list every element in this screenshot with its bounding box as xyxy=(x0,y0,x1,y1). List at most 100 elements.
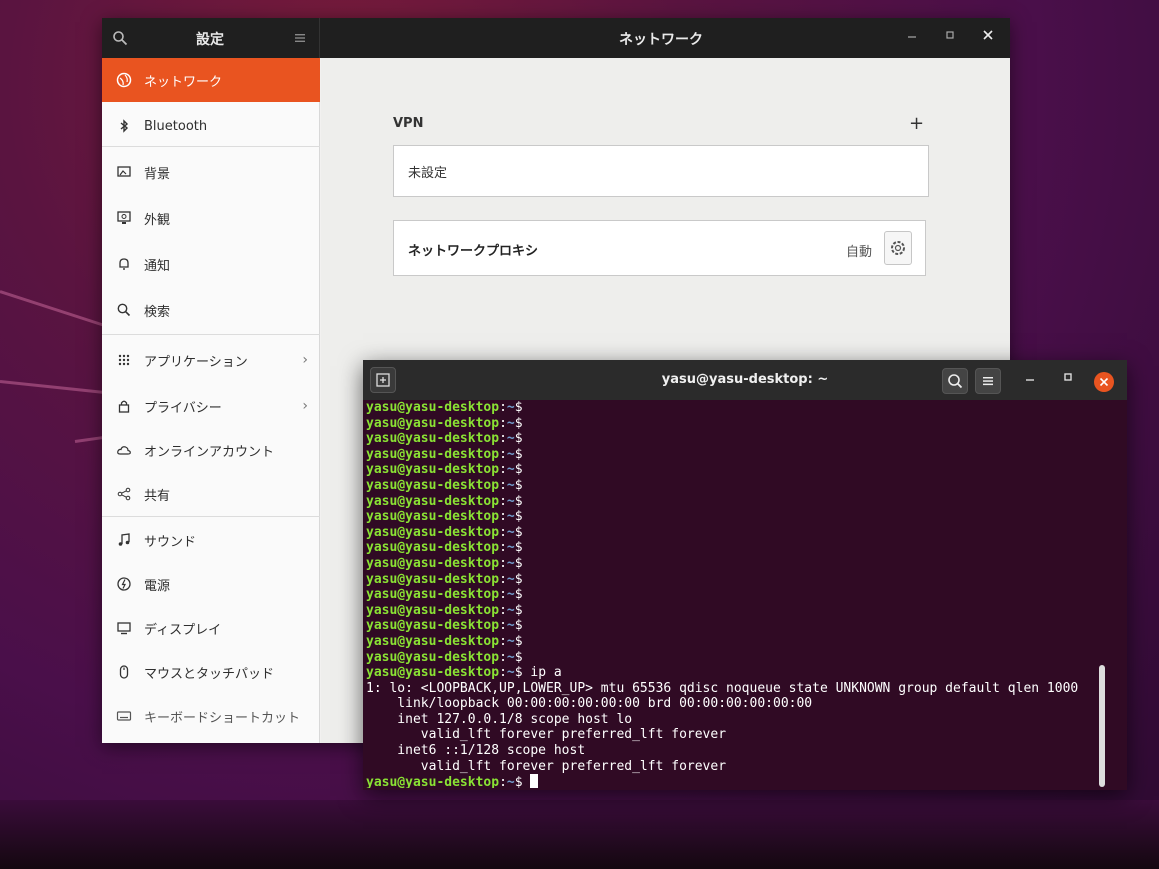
terminal-maximize-button[interactable] xyxy=(1058,370,1078,390)
sidebar-item-label: 外観 xyxy=(144,212,171,228)
close-icon xyxy=(983,30,993,40)
sidebar-item-keyboard-shortcuts[interactable]: キーボードショートカット xyxy=(102,694,320,738)
hamburger-menu-icon[interactable] xyxy=(292,30,308,46)
minimize-button[interactable] xyxy=(902,28,922,48)
prompt-separator: : xyxy=(499,602,507,618)
sidebar-item-applications[interactable]: アプリケーション › xyxy=(102,338,320,382)
prompt-separator: : xyxy=(499,431,507,447)
prompt-symbol: $ xyxy=(514,493,523,509)
sidebar-item-search[interactable]: 検索 xyxy=(102,288,320,332)
keyboard-icon xyxy=(116,711,132,721)
sidebar-item-network[interactable]: ネットワーク xyxy=(102,58,320,102)
minimize-icon xyxy=(908,36,916,38)
add-vpn-button[interactable]: + xyxy=(909,113,924,134)
sidebar-item-sharing[interactable]: 共有 xyxy=(102,472,320,516)
terminal-prompt-line: yasu@yasu-desktop:~$ xyxy=(366,494,1124,510)
sidebar-title: 設定 xyxy=(196,32,224,48)
sidebar-item-label: 電源 xyxy=(144,578,171,594)
appearance-icon xyxy=(117,211,131,224)
sidebar-item-online-accounts[interactable]: オンラインアカウント xyxy=(102,428,320,472)
prompt-path: ~ xyxy=(506,618,515,634)
prompt-path: ~ xyxy=(506,555,515,571)
sidebar-item-label: オンラインアカウント xyxy=(144,444,275,460)
prompt-user: yasu@yasu-desktop xyxy=(366,524,500,540)
prompt-user: yasu@yasu-desktop xyxy=(366,540,500,556)
prompt-path: ~ xyxy=(506,524,515,540)
sidebar-item-label: 背景 xyxy=(144,166,171,182)
sidebar-item-label: キーボードショートカット xyxy=(144,710,301,726)
terminal-title: yasu@yasu-desktop: ~ xyxy=(661,372,829,387)
prompt-user: yasu@yasu-desktop xyxy=(366,415,500,431)
terminal-menu-button[interactable] xyxy=(975,368,1001,394)
sidebar-item-privacy[interactable]: プライバシー › xyxy=(102,384,320,428)
search-icon[interactable] xyxy=(112,30,128,46)
share-icon xyxy=(117,487,131,501)
prompt-path: ~ xyxy=(506,477,515,493)
vpn-list: 未設定 xyxy=(393,145,929,197)
terminal-prompt-line: yasu@yasu-desktop:~$ xyxy=(366,618,1124,634)
terminal-output-line: link/loopback 00:00:00:00:00:00 brd 00:0… xyxy=(366,696,813,712)
sidebar-item-sound[interactable]: サウンド xyxy=(102,518,320,562)
prompt-separator: : xyxy=(499,571,507,587)
terminal-prompt-line: yasu@yasu-desktop:~$ xyxy=(366,540,1124,556)
terminal-prompt-line: yasu@yasu-desktop:~$ xyxy=(366,587,1124,603)
terminal-prompt-line: yasu@yasu-desktop:~$ xyxy=(366,478,1124,494)
prompt-symbol: $ xyxy=(514,415,523,431)
prompt-separator: : xyxy=(499,493,507,509)
prompt-separator: : xyxy=(499,555,507,571)
terminal-prompt-line: yasu@yasu-desktop:~$ ip a xyxy=(366,665,1124,681)
sidebar-item-appearance[interactable]: 外観 xyxy=(102,196,320,240)
apps-grid-icon xyxy=(118,354,130,366)
proxy-settings-button[interactable] xyxy=(884,231,912,265)
prompt-path: ~ xyxy=(506,431,515,447)
terminal-prompt-line: yasu@yasu-desktop:~$ xyxy=(366,525,1124,541)
gear-icon xyxy=(891,241,905,255)
sidebar-item-bluetooth[interactable]: Bluetooth xyxy=(102,104,320,148)
prompt-user: yasu@yasu-desktop xyxy=(366,571,500,587)
maximize-button[interactable] xyxy=(940,28,960,48)
proxy-label: ネットワークプロキシ xyxy=(408,244,539,259)
prompt-symbol: $ xyxy=(514,587,523,603)
terminal-prompt-line: yasu@yasu-desktop:~$ xyxy=(366,431,1124,447)
sidebar-item-label: サウンド xyxy=(144,534,197,550)
settings-sidebar-header: 設定 xyxy=(102,18,320,58)
prompt-separator: : xyxy=(499,633,507,649)
mouse-icon xyxy=(119,665,129,679)
prompt-symbol: $ xyxy=(514,602,523,618)
prompt-symbol: $ xyxy=(514,571,523,587)
sidebar-item-notifications[interactable]: 通知 xyxy=(102,242,320,286)
prompt-separator: : xyxy=(499,649,507,665)
sidebar-item-background[interactable]: 背景 xyxy=(102,150,320,194)
sidebar-item-power[interactable]: 電源 xyxy=(102,562,320,606)
terminal-output-line: valid_lft forever preferred_lft forever xyxy=(366,758,727,774)
display-icon xyxy=(117,622,131,635)
chevron-right-icon: › xyxy=(302,352,308,368)
sidebar-item-mouse-touchpad[interactable]: マウスとタッチパッド xyxy=(102,650,320,694)
close-button[interactable] xyxy=(978,28,998,48)
wallpaper-streak xyxy=(74,435,105,443)
lock-icon xyxy=(118,400,130,413)
terminal-minimize-button[interactable] xyxy=(1020,370,1040,390)
prompt-symbol: $ xyxy=(514,446,523,462)
prompt-user: yasu@yasu-desktop xyxy=(366,618,500,634)
terminal-output-line: inet 127.0.0.1/8 scope host lo xyxy=(366,711,633,727)
sidebar-item-display[interactable]: ディスプレイ xyxy=(102,606,320,650)
prompt-symbol: $ xyxy=(514,618,523,634)
prompt-symbol: $ xyxy=(514,775,523,788)
proxy-status: 自動 xyxy=(846,245,873,260)
prompt-separator: : xyxy=(499,540,507,556)
network-proxy-row[interactable]: ネットワークプロキシ 自動 xyxy=(393,220,926,276)
prompt-path: ~ xyxy=(506,415,515,431)
command-text: ip a xyxy=(522,665,562,681)
prompt-path: ~ xyxy=(506,493,515,509)
terminal-search-button[interactable] xyxy=(942,368,968,394)
background-icon xyxy=(117,166,131,177)
prompt-separator: : xyxy=(499,618,507,634)
prompt-path: ~ xyxy=(506,540,515,556)
terminal-close-button[interactable] xyxy=(1094,372,1114,392)
bluetooth-icon xyxy=(120,119,129,133)
prompt-symbol: $ xyxy=(514,540,523,556)
terminal-output[interactable]: yasu@yasu-desktop:~$ yasu@yasu-desktop:~$… xyxy=(366,400,1124,788)
terminal-scrollbar[interactable] xyxy=(1099,665,1105,787)
terminal-window: yasu@yasu-desktop: ~ yasu@yasu-desktop:~… xyxy=(363,360,1127,790)
